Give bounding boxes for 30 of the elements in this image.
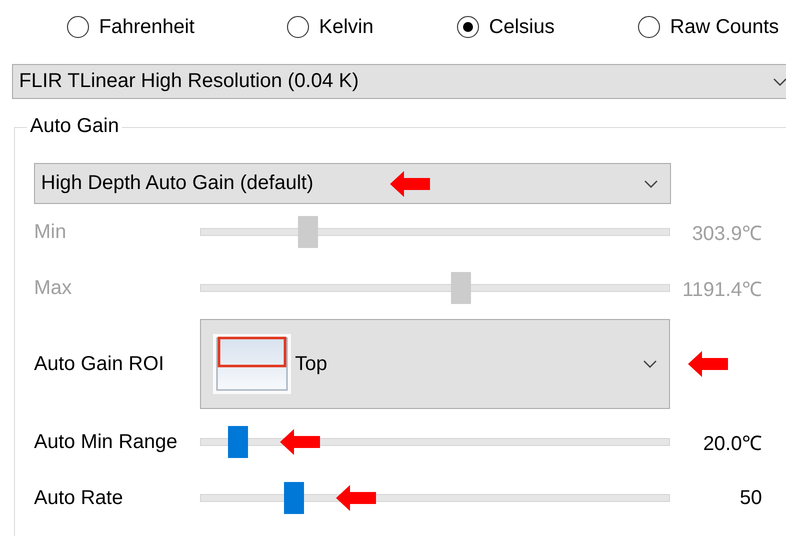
radio-button[interactable] (67, 16, 89, 38)
chevron-down-icon (773, 78, 786, 86)
slider-value: 50 (738, 486, 762, 510)
slider-value: 1191.4℃ (681, 278, 762, 302)
radio-label[interactable]: Celsius (489, 16, 555, 38)
radio-label[interactable]: Raw Counts (670, 16, 779, 38)
slider-thumb[interactable] (228, 426, 248, 458)
region-top-icon (213, 334, 291, 394)
slider-thumb[interactable] (284, 482, 304, 514)
slider[interactable] (200, 426, 670, 458)
radio-button[interactable] (457, 16, 479, 38)
roi-dropdown[interactable]: Top (200, 319, 670, 409)
roi-label: Auto Gain ROI (34, 352, 166, 376)
slider-value: 20.0℃ (702, 432, 762, 456)
slider[interactable] (200, 272, 670, 304)
gain-mode-dropdown[interactable]: High Depth Auto Gain (default) (34, 163, 671, 204)
slider-label: Min (34, 220, 68, 244)
slider-value: 303.9℃ (690, 222, 762, 246)
radio-label[interactable]: Fahrenheit (99, 16, 195, 38)
radio-button[interactable] (287, 16, 309, 38)
slider-label: Auto Rate (34, 486, 124, 510)
slider-label: Auto Min Range (34, 430, 178, 454)
radio-label[interactable]: Kelvin (319, 16, 374, 38)
radio-button[interactable] (638, 16, 660, 38)
resolution-dropdown[interactable]: FLIR TLinear High Resolution (0.04 K) (12, 64, 786, 99)
slider[interactable] (200, 482, 670, 514)
slider[interactable] (200, 216, 670, 248)
chevron-down-icon (643, 360, 657, 368)
slider-label: Max (34, 276, 73, 300)
chevron-down-icon (644, 180, 658, 188)
